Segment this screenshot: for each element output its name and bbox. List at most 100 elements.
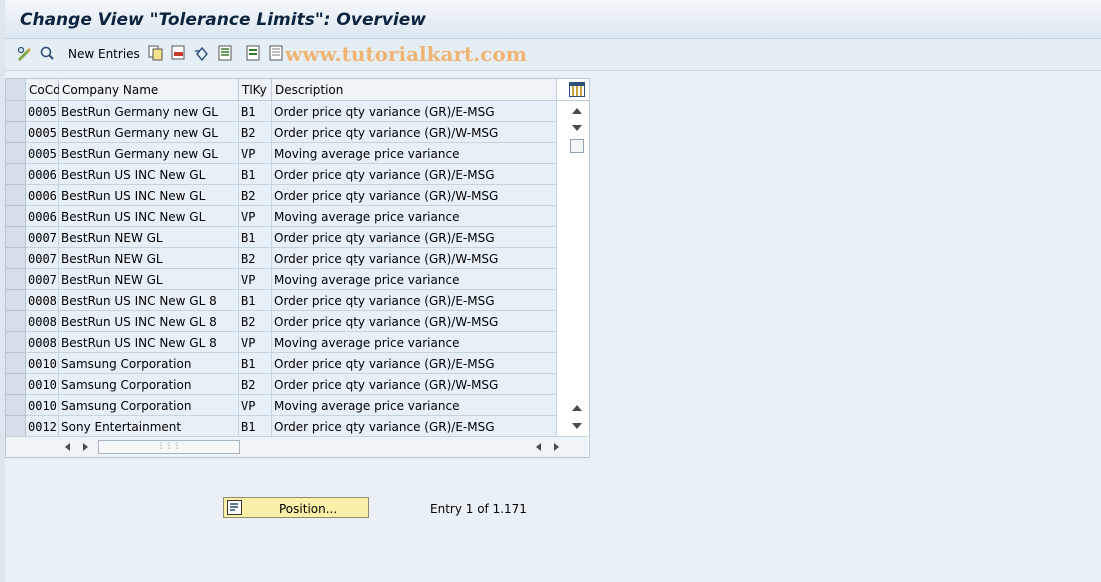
cell-cocd[interactable]: 0012: [26, 416, 59, 437]
cell-company-name[interactable]: Samsung Corporation: [59, 395, 239, 416]
table-row[interactable]: 0008 BestRun US INC New GL 8 B1 Order price…: [6, 290, 557, 311]
scroll-up-icon[interactable]: [572, 108, 582, 114]
cell-description[interactable]: Order price qty variance (GR)/E-MSG: [272, 416, 557, 437]
row-selector[interactable]: [6, 353, 26, 374]
cell-cocd[interactable]: 0008: [26, 311, 59, 332]
row-selector[interactable]: [6, 332, 26, 353]
cell-description[interactable]: Order price qty variance (GR)/W-MSG: [272, 185, 557, 206]
cell-company-name[interactable]: BestRun NEW GL: [59, 269, 239, 290]
cell-cocd[interactable]: 0005: [26, 143, 59, 164]
table-row[interactable]: 0006 BestRun US INC New GL VP Moving averag…: [6, 206, 557, 227]
cell-cocd[interactable]: 0010: [26, 353, 59, 374]
scroll-page-up-icon[interactable]: [572, 405, 582, 411]
cell-cocd[interactable]: 0006: [26, 185, 59, 206]
column-header-company-name[interactable]: Company Name: [59, 79, 239, 101]
table-row[interactable]: 0008 BestRun US INC New GL 8 VP Moving aver…: [6, 332, 557, 353]
cell-description[interactable]: Order price qty variance (GR)/E-MSG: [272, 101, 557, 122]
row-selector[interactable]: [6, 311, 26, 332]
table-row[interactable]: 0007 BestRun NEW GL VP Moving average price…: [6, 269, 557, 290]
cell-company-name[interactable]: Sony Entertainment: [59, 416, 239, 437]
position-button[interactable]: Position...: [223, 497, 369, 518]
details-icon[interactable]: [39, 45, 55, 61]
cell-company-name[interactable]: BestRun US INC New GL 8: [59, 290, 239, 311]
cell-cocd[interactable]: 0008: [26, 332, 59, 353]
scroll-left-icon[interactable]: [65, 443, 70, 451]
cell-company-name[interactable]: BestRun US INC New GL: [59, 206, 239, 227]
scroll-page-down-icon[interactable]: [572, 423, 582, 429]
cell-cocd[interactable]: 0006: [26, 164, 59, 185]
table-row[interactable]: 0005 BestRun Germany new GL VP Moving avera…: [6, 143, 557, 164]
cell-tlky[interactable]: VP: [239, 206, 272, 227]
horizontal-scroll-thumb[interactable]: ⋮⋮⋮: [98, 440, 240, 454]
cell-description[interactable]: Moving average price variance: [272, 206, 557, 227]
cell-tlky[interactable]: B1: [239, 101, 272, 122]
row-selector[interactable]: [6, 290, 26, 311]
cell-description[interactable]: Order price qty variance (GR)/W-MSG: [272, 374, 557, 395]
cell-description[interactable]: Order price qty variance (GR)/E-MSG: [272, 164, 557, 185]
cell-description[interactable]: Order price qty variance (GR)/W-MSG: [272, 311, 557, 332]
row-selector[interactable]: [6, 206, 26, 227]
row-selector[interactable]: [6, 269, 26, 290]
cell-cocd[interactable]: 0007: [26, 227, 59, 248]
table-row[interactable]: 0006 BestRun US INC New GL B2 Order price q…: [6, 185, 557, 206]
scroll-down-icon[interactable]: [572, 125, 582, 131]
row-selector[interactable]: [6, 101, 26, 122]
row-selector[interactable]: [6, 164, 26, 185]
row-selector[interactable]: [6, 395, 26, 416]
row-selector[interactable]: [6, 248, 26, 269]
scroll-left-end-icon[interactable]: [536, 443, 541, 451]
cell-description[interactable]: Moving average price variance: [272, 395, 557, 416]
cell-cocd[interactable]: 0006: [26, 206, 59, 227]
cell-cocd[interactable]: 0007: [26, 248, 59, 269]
table-row[interactable]: 0012 Sony Entertainment B1 Order price qty …: [6, 416, 557, 437]
cell-company-name[interactable]: BestRun NEW GL: [59, 248, 239, 269]
select-all-rows-corner[interactable]: [6, 79, 26, 101]
cell-company-name[interactable]: Samsung Corporation: [59, 374, 239, 395]
scroll-right-end-icon[interactable]: [554, 443, 559, 451]
table-row[interactable]: 0010 Samsung Corporation B1 Order price qty…: [6, 353, 557, 374]
cell-description[interactable]: Order price qty variance (GR)/W-MSG: [272, 248, 557, 269]
cell-tlky[interactable]: VP: [239, 395, 272, 416]
cell-cocd[interactable]: 0005: [26, 122, 59, 143]
cell-description[interactable]: Moving average price variance: [272, 269, 557, 290]
cell-tlky[interactable]: B1: [239, 290, 272, 311]
table-row[interactable]: 0010 Samsung Corporation B2 Order price qty…: [6, 374, 557, 395]
scroll-thumb[interactable]: [570, 139, 584, 153]
cell-tlky[interactable]: B2: [239, 185, 272, 206]
row-selector[interactable]: [6, 416, 26, 437]
cell-description[interactable]: Order price qty variance (GR)/E-MSG: [272, 353, 557, 374]
cell-tlky[interactable]: B2: [239, 374, 272, 395]
vertical-scrollbar[interactable]: [568, 101, 586, 436]
deselect-all-icon[interactable]: [268, 45, 284, 61]
cell-description[interactable]: Order price qty variance (GR)/E-MSG: [272, 227, 557, 248]
cell-company-name[interactable]: BestRun US INC New GL: [59, 185, 239, 206]
horizontal-scrollbar[interactable]: ⋮⋮⋮: [6, 436, 588, 457]
table-row[interactable]: 0010 Samsung Corporation VP Moving average …: [6, 395, 557, 416]
row-selector[interactable]: [6, 185, 26, 206]
cell-company-name[interactable]: BestRun US INC New GL 8: [59, 311, 239, 332]
cell-company-name[interactable]: BestRun US INC New GL 8: [59, 332, 239, 353]
delete-icon[interactable]: [171, 45, 187, 61]
new-entries-button[interactable]: New Entries: [68, 47, 140, 61]
table-row[interactable]: 0006 BestRun US INC New GL B1 Order price q…: [6, 164, 557, 185]
column-header-tlky[interactable]: TlKy: [239, 79, 272, 101]
cell-tlky[interactable]: B2: [239, 311, 272, 332]
cell-description[interactable]: Moving average price variance: [272, 332, 557, 353]
cell-cocd[interactable]: 0010: [26, 395, 59, 416]
row-selector[interactable]: [6, 374, 26, 395]
cell-tlky[interactable]: B2: [239, 248, 272, 269]
cell-description[interactable]: Order price qty variance (GR)/W-MSG: [272, 122, 557, 143]
cell-company-name[interactable]: BestRun US INC New GL: [59, 164, 239, 185]
cell-company-name[interactable]: BestRun NEW GL: [59, 227, 239, 248]
row-selector[interactable]: [6, 122, 26, 143]
select-all-icon[interactable]: [217, 45, 233, 61]
table-row[interactable]: 0005 BestRun Germany new GL B1 Order price …: [6, 101, 557, 122]
cell-company-name[interactable]: Samsung Corporation: [59, 353, 239, 374]
cell-tlky[interactable]: B1: [239, 164, 272, 185]
edit-glasses-icon[interactable]: [16, 45, 32, 61]
cell-tlky[interactable]: VP: [239, 143, 272, 164]
cell-company-name[interactable]: BestRun Germany new GL: [59, 143, 239, 164]
copy-icon[interactable]: [148, 45, 164, 61]
cell-cocd[interactable]: 0007: [26, 269, 59, 290]
cell-tlky[interactable]: B1: [239, 416, 272, 437]
